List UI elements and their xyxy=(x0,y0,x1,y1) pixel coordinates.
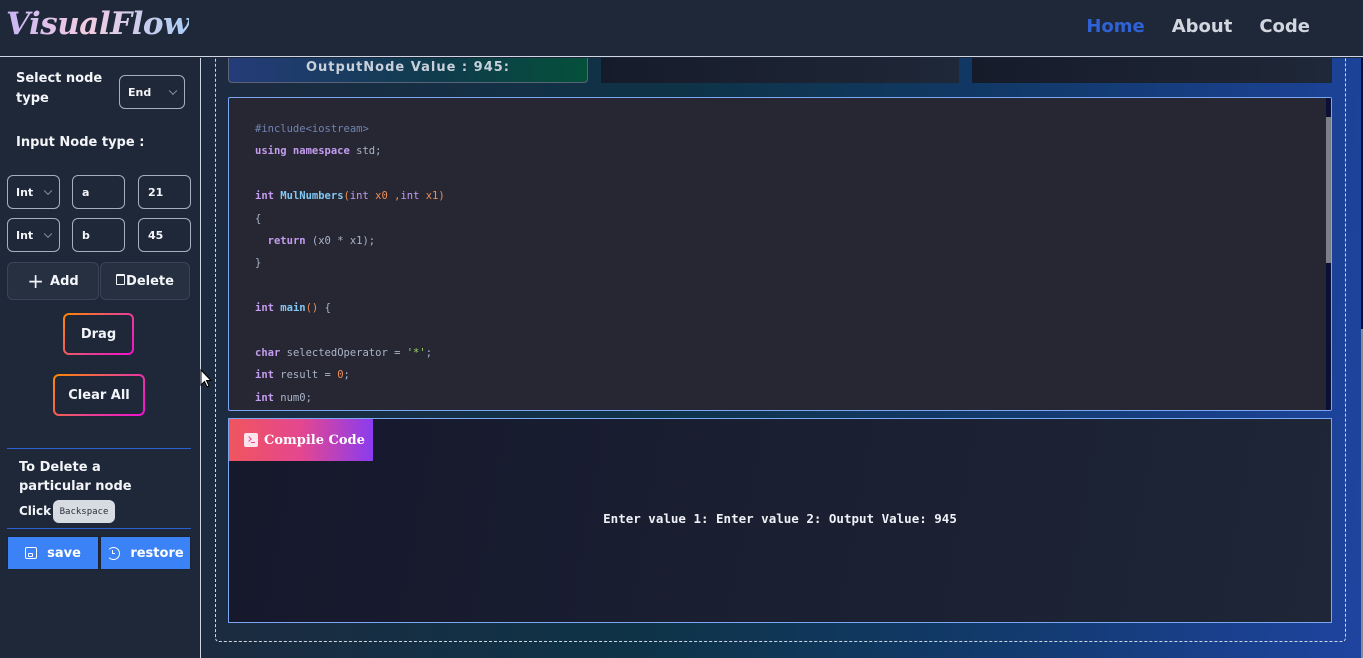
terminal-icon xyxy=(244,433,258,447)
input-value-field-1[interactable]: 21 xyxy=(138,175,191,209)
drag-button[interactable]: Drag xyxy=(63,313,134,355)
input-type-select-2[interactable]: Int xyxy=(7,218,60,252)
add-button-label: Add xyxy=(50,273,79,289)
navbar: VisualFlow Home About Code xyxy=(0,0,1363,57)
clear-all-button-label: Clear All xyxy=(55,376,143,414)
canvas-node-block xyxy=(601,58,959,83)
code-line: int MulNumbers(int x0 ,int x1) xyxy=(255,190,445,203)
delete-hint-title: To Delete a particular node xyxy=(19,460,132,494)
save-icon xyxy=(25,547,38,559)
canvas-node-block xyxy=(972,58,1332,83)
app-logo[interactable]: VisualFlow xyxy=(6,6,190,42)
backspace-key-badge: Backspace xyxy=(53,500,115,523)
input-type-value: Int xyxy=(16,185,34,199)
code-scrollbar-thumb[interactable] xyxy=(1326,117,1331,263)
delete-button[interactable]: Delete xyxy=(100,262,190,300)
node-type-select[interactable]: End xyxy=(119,75,185,109)
plus-icon: + xyxy=(27,269,45,293)
code-line: return (x0 * x1); xyxy=(267,235,376,248)
divider xyxy=(7,528,191,529)
chevron-down-icon xyxy=(43,186,53,196)
input-name-field-2[interactable]: b xyxy=(72,218,125,252)
compile-code-label: Compile Code xyxy=(264,432,365,448)
canvas-area[interactable]: OutputNode Value : 945: #include<iostrea… xyxy=(202,58,1361,658)
code-line: int num0; xyxy=(255,391,312,404)
console-output: Enter value 1: Enter value 2: Output Val… xyxy=(603,511,957,526)
code-line: char selectedOperator = '*'; xyxy=(255,347,433,360)
drag-button-label: Drag xyxy=(65,315,132,353)
nav-link-code[interactable]: Code xyxy=(1259,16,1310,37)
save-button-label: save xyxy=(47,545,81,561)
sidebar: Select node type End Input Node type : I… xyxy=(0,58,201,658)
restore-button-label: restore xyxy=(130,545,184,561)
nav-links: Home About Code xyxy=(1086,16,1310,37)
select-node-type-label: Select node type xyxy=(16,71,103,106)
input-name-field-1[interactable]: a xyxy=(72,175,125,209)
nav-link-about[interactable]: About xyxy=(1172,16,1233,37)
divider xyxy=(7,448,191,449)
code-panel[interactable]: #include<iostream> using namespace std; i… xyxy=(228,97,1332,411)
input-value-field-2[interactable]: 45 xyxy=(138,218,191,252)
restore-icon xyxy=(107,546,121,560)
code-line: } xyxy=(255,257,262,270)
clear-all-button[interactable]: Clear All xyxy=(53,374,145,416)
restore-button[interactable]: restore xyxy=(100,536,191,570)
input-node-type-label: Input Node type : xyxy=(16,135,145,150)
node-type-select-value: End xyxy=(128,85,152,99)
code-line: int result = 0; xyxy=(255,369,350,382)
mouse-cursor-icon xyxy=(200,369,213,388)
trash-icon xyxy=(116,274,126,285)
input-type-select-1[interactable]: Int xyxy=(7,175,60,209)
code-line: using namespace std; xyxy=(255,145,382,158)
chevron-down-icon xyxy=(43,229,53,239)
output-node[interactable]: OutputNode Value : 945: xyxy=(228,58,588,83)
chevron-down-icon xyxy=(168,86,178,96)
code-line: #include<iostream> xyxy=(255,123,369,135)
code-line: int main() { xyxy=(255,302,331,315)
nav-link-home[interactable]: Home xyxy=(1086,16,1144,37)
code-line: { xyxy=(255,212,262,225)
add-button[interactable]: + Add xyxy=(7,262,99,300)
compile-code-button[interactable]: Compile Code xyxy=(229,419,373,461)
delete-button-label: Delete xyxy=(126,273,174,289)
delete-hint-click: Click xyxy=(19,504,52,518)
save-button[interactable]: save xyxy=(7,536,99,570)
input-type-value: Int xyxy=(16,228,34,242)
code-scrollbar[interactable] xyxy=(1326,98,1331,410)
console-panel: Compile Code Enter value 1: Enter value … xyxy=(228,418,1332,623)
code-block: #include<iostream> using namespace std; i… xyxy=(255,118,445,409)
